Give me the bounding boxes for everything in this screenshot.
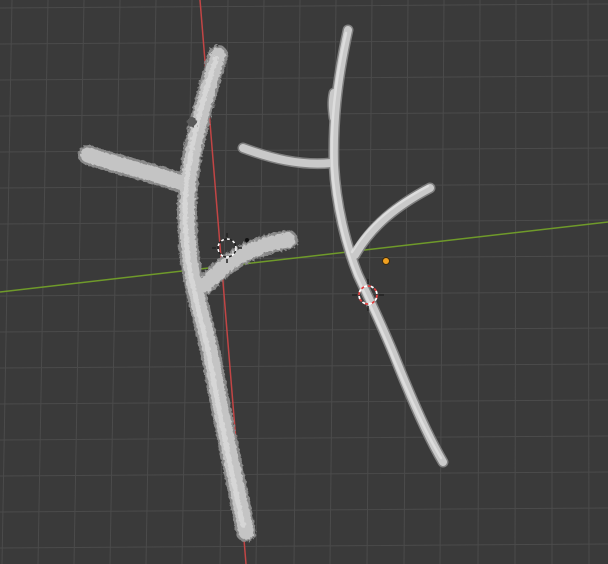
3d-viewport[interactable] [0, 0, 608, 564]
object-origin-icon[interactable] [382, 257, 390, 265]
light-marker-icon [245, 238, 249, 242]
